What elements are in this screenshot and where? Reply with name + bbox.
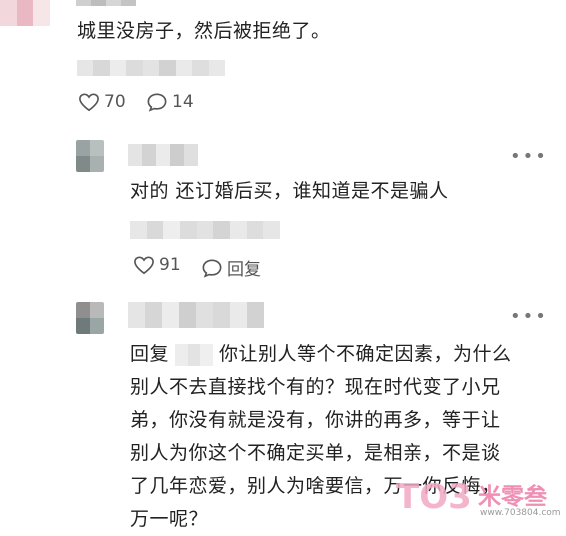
heart-icon: [78, 92, 100, 112]
more-options-button[interactable]: •••: [510, 146, 548, 167]
reply-text-line: 别人为你这个不确定买单，是相亲，不是谈: [130, 442, 501, 464]
watermark: TO3 米零叁 www.703804.com: [396, 477, 562, 521]
reply-prefix: 回复: [130, 343, 170, 365]
timestamp-blurred: [130, 221, 280, 239]
reply-text-line: 回复 你让别人等个不确定因素，为什么: [130, 338, 550, 371]
like-count: 70: [104, 92, 126, 112]
reply-count-button[interactable]: 14: [146, 92, 194, 112]
avatar[interactable]: [0, 0, 50, 26]
watermark-name: 米零叁: [478, 484, 547, 510]
username-blurred[interactable]: [128, 302, 264, 328]
mentioned-user-blurred[interactable]: [175, 344, 214, 366]
reply-button[interactable]: 回复: [201, 255, 261, 280]
comment-icon: [201, 258, 223, 278]
reply-text-line: 弟，你没有就是没有，你讲的再多，等于让: [130, 409, 501, 431]
username-blurred[interactable]: [128, 144, 198, 166]
heart-icon: [133, 255, 155, 275]
like-count: 91: [159, 255, 181, 275]
like-button[interactable]: 70: [78, 92, 126, 112]
comment-icon: [146, 92, 168, 112]
reply-text: 对的 还订婚后买，谁知道是不是骗人: [130, 180, 449, 202]
timestamp-blurred: [77, 60, 225, 76]
watermark-logo: TO3: [396, 477, 472, 517]
reply-text-segment: 你让别人等个不确定因素，为什么: [219, 343, 512, 365]
watermark-url: www.703804.com: [480, 508, 561, 518]
username-blurred[interactable]: [76, 0, 136, 6]
reply-count: 14: [172, 92, 194, 112]
more-options-button[interactable]: •••: [510, 306, 548, 327]
like-button[interactable]: 91: [133, 255, 181, 275]
reply-text-line: 别人不去直接找个有的？现在时代变了小兄: [130, 376, 501, 398]
comment-text: 城里没房子，然后被拒绝了。: [77, 20, 331, 42]
avatar[interactable]: [76, 302, 104, 334]
avatar[interactable]: [76, 140, 104, 172]
reply-label: 回复: [227, 260, 261, 280]
